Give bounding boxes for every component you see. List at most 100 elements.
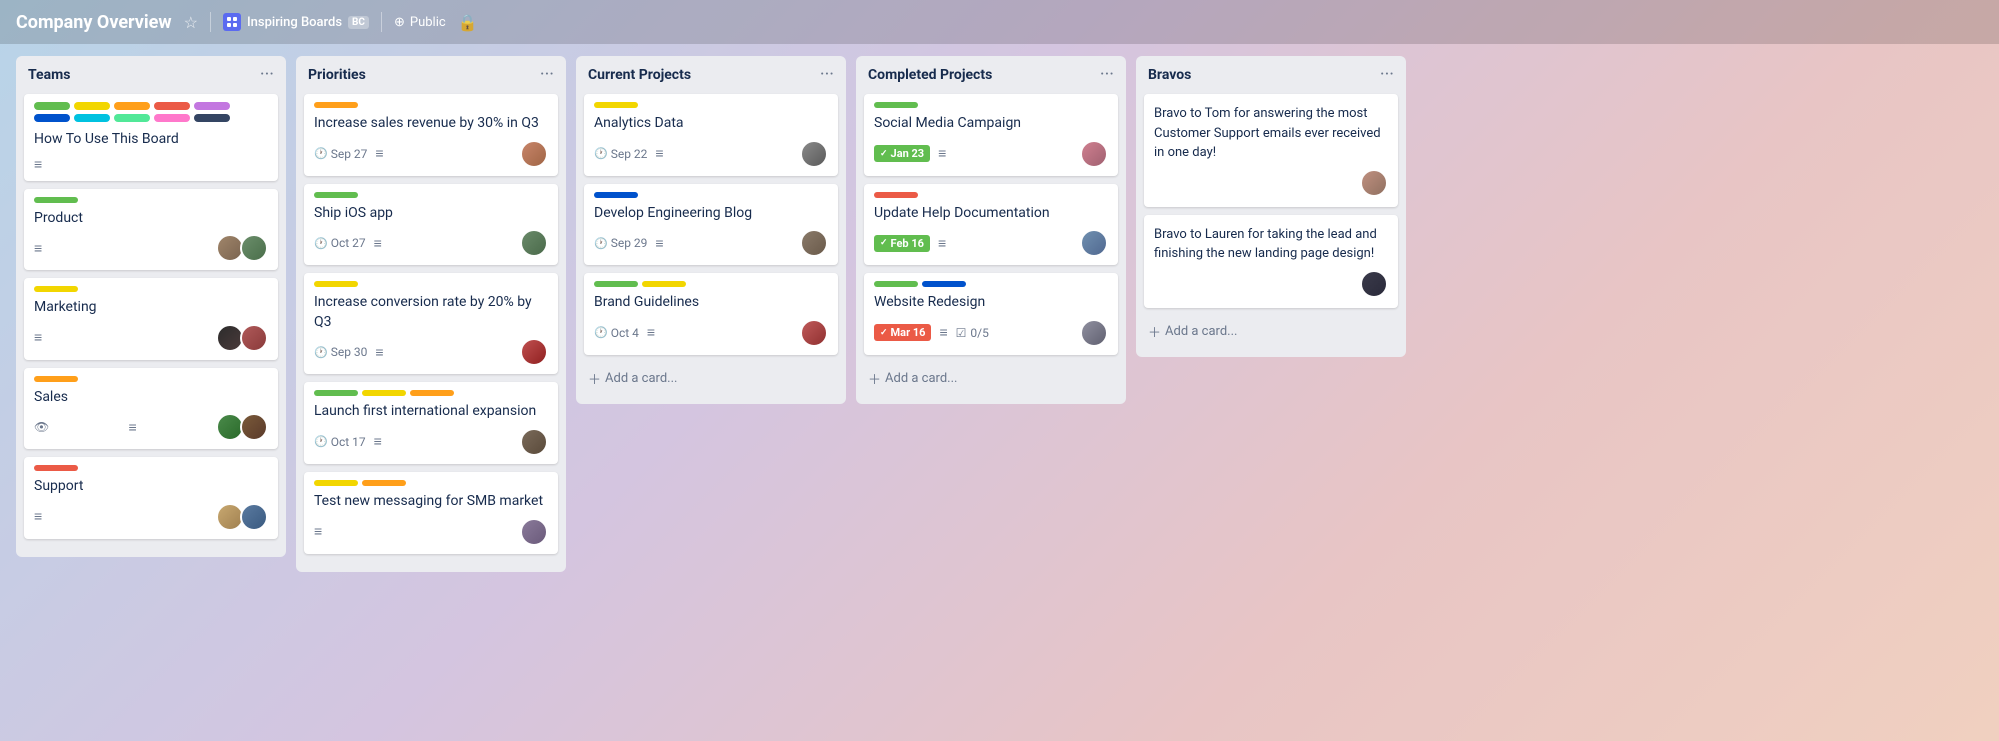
card-meta-product: ≡ bbox=[34, 234, 268, 262]
column-title-teams: Teams bbox=[28, 67, 70, 83]
avatar bbox=[520, 229, 548, 257]
card-labels-support bbox=[34, 465, 268, 471]
card-eng-blog[interactable]: Develop Engineering Blog 🕐 Sep 29 ≡ bbox=[584, 184, 838, 266]
card-avatars bbox=[800, 229, 828, 257]
card-conversion[interactable]: Increase conversion rate by 20% by Q3 🕐 … bbox=[304, 273, 558, 374]
desc-icon: ≡ bbox=[938, 145, 946, 162]
card-title-sales-revenue: Increase sales revenue by 30% in Q3 bbox=[314, 114, 548, 134]
card-title-how-to: How To Use This Board bbox=[34, 130, 268, 150]
card-marketing[interactable]: Marketing ≡ bbox=[24, 278, 278, 360]
meta-left: ✓ Jan 23 ≡ bbox=[874, 145, 946, 162]
column-priorities: Priorities ··· Increase sales revenue by… bbox=[296, 56, 566, 572]
card-help-docs[interactable]: Update Help Documentation ✓ Feb 16 ≡ bbox=[864, 184, 1118, 266]
meta-left: 🕐 Sep 27 ≡ bbox=[314, 145, 384, 162]
card-avatars bbox=[520, 428, 548, 456]
card-title-sales: Sales bbox=[34, 388, 268, 408]
card-avatars bbox=[520, 140, 548, 168]
card-meta: 🕐 Oct 4 ≡ bbox=[594, 319, 828, 347]
card-social-media[interactable]: Social Media Campaign ✓ Jan 23 ≡ bbox=[864, 94, 1118, 176]
desc-icon: ≡ bbox=[655, 235, 663, 252]
label-navy bbox=[194, 114, 230, 122]
card-avatars bbox=[800, 319, 828, 347]
label-green bbox=[874, 102, 918, 108]
avatar bbox=[800, 229, 828, 257]
workspace-icon bbox=[223, 13, 241, 31]
star-icon[interactable]: ☆ bbox=[184, 13, 198, 32]
add-card-bravos[interactable]: ＋ Add a card... bbox=[1144, 316, 1398, 347]
add-card-current[interactable]: ＋ Add a card... bbox=[584, 363, 838, 394]
card-labels-product bbox=[34, 197, 268, 203]
card-avatars bbox=[1080, 140, 1108, 168]
column-teams: Teams ··· How To Use This Board ≡ bbox=[16, 56, 286, 557]
label-orange bbox=[314, 102, 358, 108]
column-menu-teams[interactable]: ··· bbox=[260, 66, 274, 84]
card-meta: 🕐 Sep 27 ≡ bbox=[314, 140, 548, 168]
column-menu-completed[interactable]: ··· bbox=[1100, 66, 1114, 84]
card-smb[interactable]: Test new messaging for SMB market ≡ bbox=[304, 472, 558, 554]
card-labels bbox=[594, 281, 828, 287]
date-text: Sep 30 bbox=[331, 345, 368, 359]
avatar bbox=[1360, 169, 1388, 197]
label-orange bbox=[410, 390, 454, 396]
bravo-card-lauren[interactable]: Bravo to Lauren for taking the lead and … bbox=[1144, 215, 1398, 308]
board-title: Company Overview bbox=[16, 12, 172, 33]
card-sales-revenue[interactable]: Increase sales revenue by 30% in Q3 🕐 Se… bbox=[304, 94, 558, 176]
date-item: 🕐 Sep 27 bbox=[314, 147, 367, 161]
desc-icon: ≡ bbox=[375, 145, 383, 162]
add-card-label: Add a card... bbox=[605, 371, 677, 386]
label-purple bbox=[194, 102, 230, 110]
column-title-priorities: Priorities bbox=[308, 67, 366, 83]
column-menu-current[interactable]: ··· bbox=[820, 66, 834, 84]
card-avatars-support bbox=[216, 503, 268, 531]
card-meta: 🕐 Sep 29 ≡ bbox=[594, 229, 828, 257]
card-meta-marketing: ≡ bbox=[34, 324, 268, 352]
card-labels bbox=[874, 102, 1108, 108]
card-how-to[interactable]: How To Use This Board ≡ bbox=[24, 94, 278, 181]
label-yellow bbox=[314, 281, 358, 287]
meta-left: 🕐 Sep 22 ≡ bbox=[594, 145, 664, 162]
label-blue bbox=[34, 114, 70, 122]
column-menu-priorities[interactable]: ··· bbox=[540, 66, 554, 84]
column-title-completed: Completed Projects bbox=[868, 67, 992, 83]
clock-icon: 🕐 bbox=[594, 326, 608, 339]
checklist-website: ☑ 0/5 bbox=[956, 326, 989, 340]
label-cyan bbox=[74, 114, 110, 122]
bravo-card-tom[interactable]: Bravo to Tom for answering the most Cust… bbox=[1144, 94, 1398, 207]
card-international[interactable]: Launch first international expansion 🕐 O… bbox=[304, 382, 558, 464]
workspace-badge: BC bbox=[348, 16, 369, 29]
card-title-smb: Test new messaging for SMB market bbox=[314, 492, 548, 512]
avatar bbox=[1360, 270, 1388, 298]
card-brand[interactable]: Brand Guidelines 🕐 Oct 4 ≡ bbox=[584, 273, 838, 355]
card-support[interactable]: Support ≡ bbox=[24, 457, 278, 539]
card-meta: 🕐 Oct 17 ≡ bbox=[314, 428, 548, 456]
meta-left: 🕐 Sep 30 ≡ bbox=[314, 344, 384, 361]
plus-icon: ＋ bbox=[1148, 322, 1161, 341]
card-meta: 🕐 Oct 27 ≡ bbox=[314, 229, 548, 257]
add-card-completed[interactable]: ＋ Add a card... bbox=[864, 363, 1118, 394]
card-avatars bbox=[520, 518, 548, 546]
card-title-conversion: Increase conversion rate by 20% by Q3 bbox=[314, 293, 548, 332]
workspace-link[interactable]: Inspiring Boards BC bbox=[223, 13, 369, 31]
column-menu-bravos[interactable]: ··· bbox=[1380, 66, 1394, 84]
desc-icon: ≡ bbox=[374, 433, 382, 450]
card-website[interactable]: Website Redesign ✓ Mar 16 ≡ ☑ 0/5 bbox=[864, 273, 1118, 355]
label-yellow bbox=[594, 102, 638, 108]
visibility-toggle[interactable]: ⊕ Public bbox=[394, 15, 446, 30]
bravo-text-lauren: Bravo to Lauren for taking the lead and … bbox=[1154, 225, 1388, 264]
meta-left: 🕐 Oct 4 ≡ bbox=[594, 324, 655, 341]
label-lime bbox=[114, 114, 150, 122]
desc-icon: ≡ bbox=[938, 235, 946, 252]
date-text: Oct 27 bbox=[331, 236, 366, 250]
card-labels bbox=[314, 192, 548, 198]
label-green bbox=[874, 281, 918, 287]
clock-icon: 🕐 bbox=[594, 237, 608, 250]
label-yellow bbox=[74, 102, 110, 110]
desc-icon: ≡ bbox=[34, 156, 42, 173]
column-bravos: Bravos ··· Bravo to Tom for answering th… bbox=[1136, 56, 1406, 357]
column-current-projects: Current Projects ··· Analytics Data 🕐 Se… bbox=[576, 56, 846, 404]
date-text: Sep 22 bbox=[611, 147, 648, 161]
card-product[interactable]: Product ≡ bbox=[24, 189, 278, 271]
card-analytics[interactable]: Analytics Data 🕐 Sep 22 ≡ bbox=[584, 94, 838, 176]
card-ios-app[interactable]: Ship iOS app 🕐 Oct 27 ≡ bbox=[304, 184, 558, 266]
card-sales[interactable]: Sales 👁 ≡ bbox=[24, 368, 278, 450]
